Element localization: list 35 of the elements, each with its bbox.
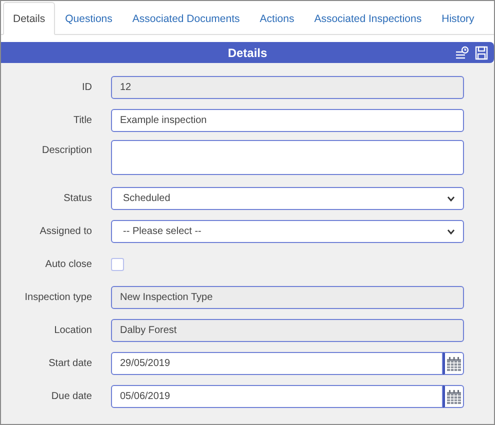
tab[interactable]: Associated Inspections <box>304 2 432 35</box>
chevron-down-icon <box>447 228 455 234</box>
save-icon[interactable] <box>475 46 488 60</box>
calendar-button[interactable] <box>443 352 464 375</box>
select-value: Scheduled <box>123 193 170 204</box>
readonly-field: Dalby Forest <box>111 319 464 342</box>
field-label: Status <box>62 193 92 204</box>
readonly-field: 12 <box>111 76 464 99</box>
field-label: ID <box>81 82 92 93</box>
field-label: Inspection type <box>24 292 92 303</box>
field-label: Start date <box>48 358 92 369</box>
field-label: Description <box>40 144 92 156</box>
textarea-field[interactable] <box>111 140 464 175</box>
tab[interactable]: Actions <box>250 2 304 35</box>
tab[interactable]: Questions <box>55 2 122 35</box>
tab[interactable]: Details <box>3 2 56 35</box>
readonly-field: New Inspection Type <box>111 286 464 309</box>
tab[interactable]: History <box>432 2 484 35</box>
select-field[interactable]: -- Please select -- <box>111 220 464 243</box>
field-label: Due date <box>50 391 92 402</box>
text-field[interactable]: Example inspection <box>111 109 464 132</box>
history-list-icon[interactable] <box>455 46 469 60</box>
calendar-button[interactable] <box>443 385 464 408</box>
panel-title: Details <box>228 46 268 60</box>
select-field[interactable]: Scheduled <box>111 187 464 210</box>
select-value: -- Please select -- <box>123 226 202 237</box>
field-label: Location <box>53 325 92 336</box>
tab[interactable]: Associated Documents <box>122 2 250 35</box>
field-label: Title <box>72 115 92 126</box>
date-field[interactable]: 29/05/2019 <box>111 352 443 375</box>
checkbox[interactable] <box>111 258 124 271</box>
chevron-down-icon <box>447 196 455 202</box>
field-label: Assigned to <box>38 226 92 237</box>
field-label: Auto close <box>44 259 92 270</box>
date-field[interactable]: 05/06/2019 <box>111 385 443 408</box>
